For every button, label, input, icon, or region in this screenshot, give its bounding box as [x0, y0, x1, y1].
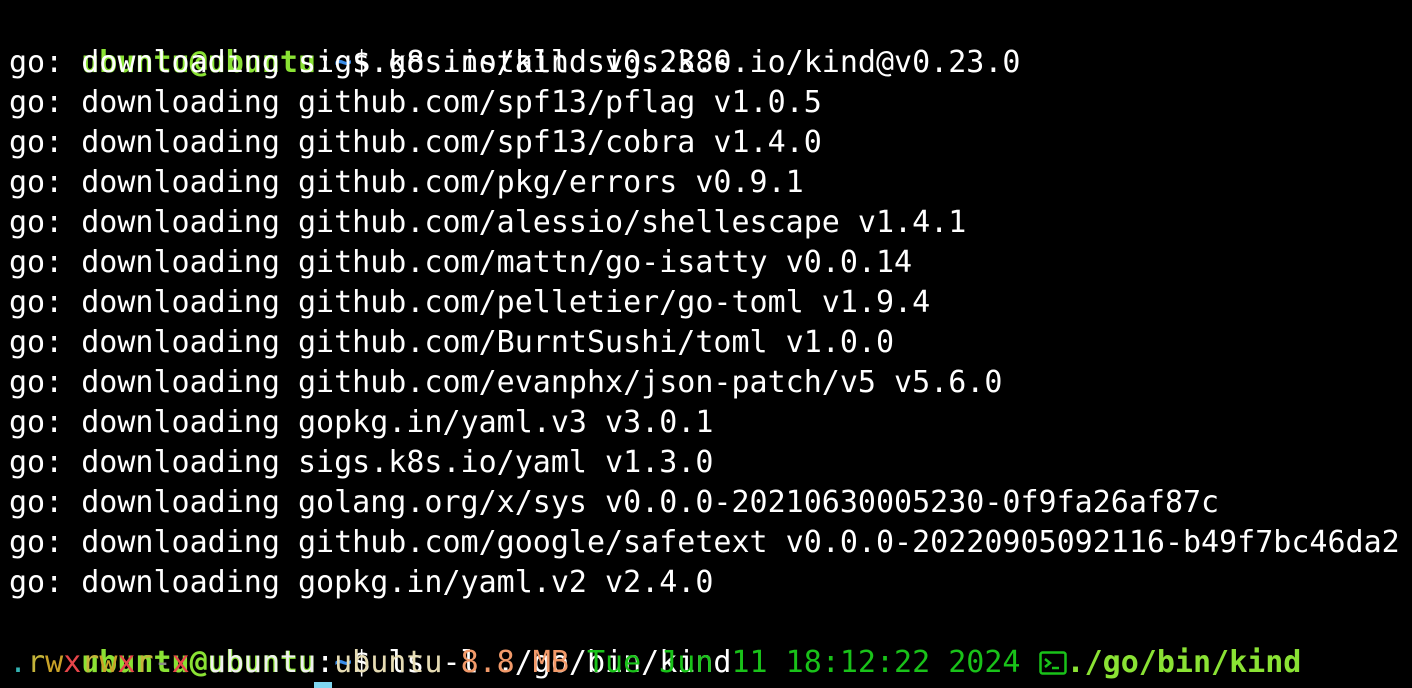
- file-name: ./go/bin/kind: [1066, 645, 1302, 680]
- perm-type: .: [9, 645, 28, 680]
- perm-other-write: -: [153, 645, 172, 680]
- output-line: go: downloading github.com/mattn/go-isat…: [9, 245, 913, 280]
- perm-owner-read: r: [27, 645, 46, 680]
- command-line-2: ubuntu@ubuntu:~$ ls -l ./go/bin/kind: [9, 603, 731, 680]
- file-group: ubuntu: [334, 645, 443, 680]
- output-line: go: downloading github.com/pkg/errors v0…: [9, 165, 804, 200]
- output-line: go: downloading github.com/spf13/cobra v…: [9, 125, 822, 160]
- output-line: go: downloading sigs.k8s.io/yaml v1.3.0: [9, 445, 714, 480]
- output-line: go: downloading github.com/BurntSushi/to…: [9, 325, 895, 360]
- terminal-icon: [1038, 647, 1067, 687]
- terminal-window[interactable]: ubuntu@ubuntu:~$ go install sigs.k8s.io/…: [0, 0, 1412, 688]
- perm-owner-exec: x: [63, 645, 82, 680]
- perm-group-write: w: [99, 645, 118, 680]
- output-line: go: downloading github.com/spf13/pflag v…: [9, 85, 822, 120]
- text-cursor: [314, 682, 332, 688]
- output-line: go: downloading github.com/pelletier/go-…: [9, 285, 931, 320]
- file-size: 8.8 MB: [460, 645, 569, 680]
- output-line: go: downloading golang.org/x/sys v0.0.0-…: [9, 485, 1220, 520]
- perm-group-read: r: [81, 645, 100, 680]
- output-line: go: downloading gopkg.in/yaml.v2 v2.4.0: [9, 565, 714, 600]
- perm-other-read: r: [135, 645, 154, 680]
- perm-group-exec: x: [117, 645, 136, 680]
- file-owner: ubuntu: [207, 645, 317, 680]
- file-date: Tue Jun 11 18:12:22 2024: [587, 645, 1021, 680]
- output-line: go: downloading github.com/google/safete…: [9, 525, 1400, 560]
- perm-other-exec: x: [171, 645, 190, 680]
- ls-entry-row: .rwxrwxr-x ubuntu ubuntu 8.8 MB Tue Jun …: [9, 643, 1301, 683]
- output-line: go: downloading github.com/evanphx/json-…: [9, 365, 1003, 400]
- output-line: go: downloading gopkg.in/yaml.v3 v3.0.1: [9, 405, 714, 440]
- command-line-1: ubuntu@ubuntu:~$ go install sigs.k8s.io/…: [9, 3, 1020, 80]
- perm-owner-write: w: [45, 645, 64, 680]
- output-line: go: downloading github.com/alessio/shell…: [9, 205, 967, 240]
- output-line: go: downloading sigs.k8s.io/kind v0.23.0: [9, 45, 732, 80]
